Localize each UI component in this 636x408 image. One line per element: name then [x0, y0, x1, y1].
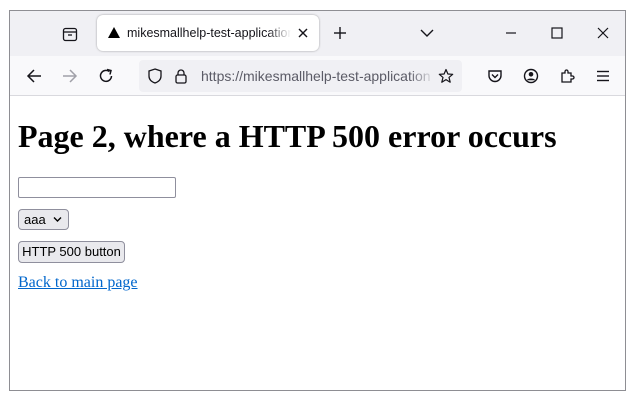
active-tab[interactable]: mikesmallhelp-test-application [97, 15, 319, 51]
browser-window: mikesmallhelp-test-application https://m… [9, 10, 626, 391]
reload-icon[interactable] [96, 66, 116, 86]
minimize-icon[interactable] [502, 24, 520, 42]
http-500-button[interactable]: HTTP 500 button [18, 241, 125, 263]
pocket-icon[interactable] [485, 66, 505, 86]
select-value: aaa [24, 212, 46, 227]
new-tab-icon[interactable] [331, 24, 349, 42]
text-input[interactable] [18, 177, 176, 198]
bookmark-star-icon[interactable] [438, 68, 454, 84]
back-to-main-link[interactable]: Back to main page [18, 273, 138, 293]
page-content: Page 2, where a HTTP 500 error occurs aa… [10, 96, 625, 390]
lock-icon[interactable] [173, 68, 189, 84]
maximize-icon[interactable] [548, 24, 566, 42]
url-fade [409, 64, 435, 88]
tab-title-fade [267, 21, 291, 45]
triangle-icon [108, 26, 120, 38]
tab-bar: mikesmallhelp-test-application [10, 11, 625, 56]
forward-arrow-icon[interactable] [60, 66, 80, 86]
option-select[interactable]: aaa [18, 209, 69, 230]
navigation-toolbar: https://mikesmallhelp-test-application [10, 56, 625, 96]
close-icon[interactable] [594, 24, 612, 42]
extensions-icon[interactable] [557, 66, 577, 86]
back-arrow-icon[interactable] [24, 66, 44, 86]
list-all-tabs-icon[interactable] [418, 24, 436, 42]
url-text[interactable]: https://mikesmallhelp-test-application [201, 68, 433, 85]
account-icon[interactable] [521, 66, 541, 86]
shield-icon[interactable] [147, 68, 163, 84]
chevron-down-icon [53, 217, 62, 222]
menu-icon[interactable] [593, 66, 613, 86]
page-title: Page 2, where a HTTP 500 error occurs [18, 118, 557, 154]
tab-groups-icon[interactable] [60, 24, 80, 44]
tab-close-icon[interactable] [295, 25, 311, 41]
url-bar[interactable]: https://mikesmallhelp-test-application [139, 60, 462, 92]
